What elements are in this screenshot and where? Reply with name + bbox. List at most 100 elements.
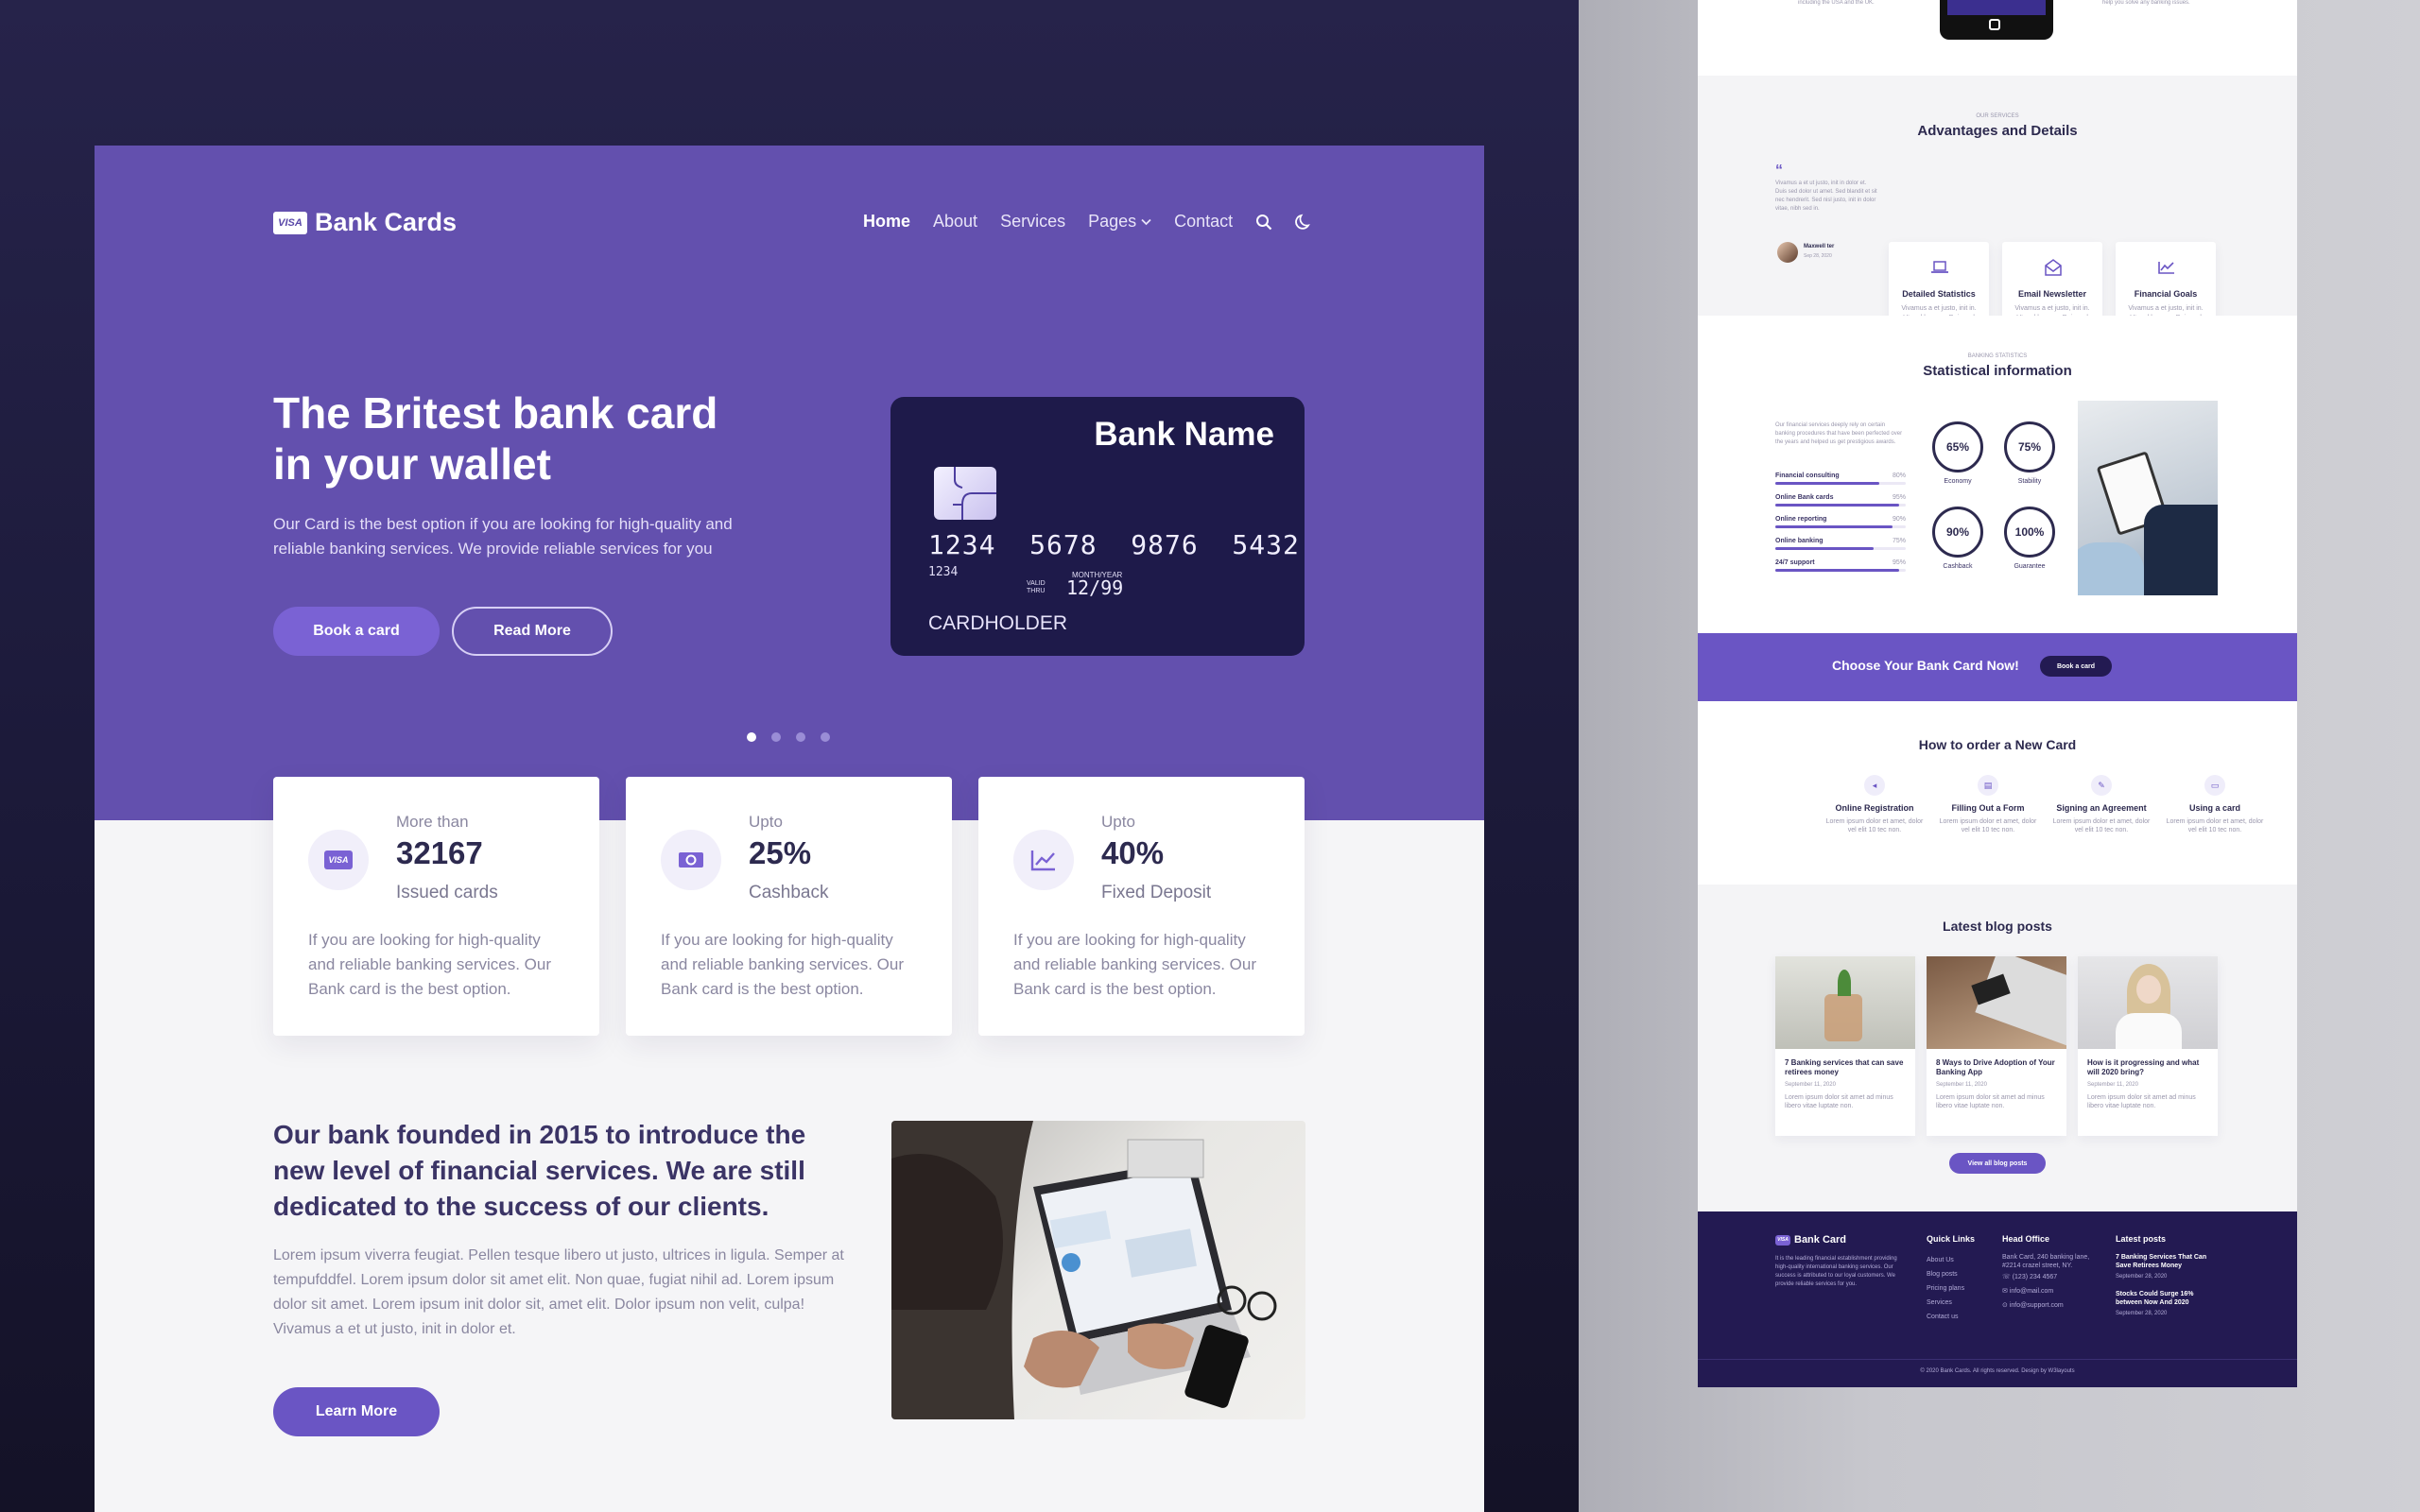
book-card-button[interactable]: Book a card <box>273 607 440 656</box>
footer-post-date: September 28, 2020 <box>2116 1311 2168 1316</box>
stat-label: Issued cards <box>396 883 498 902</box>
quote-icon: “ <box>1775 163 1783 179</box>
service-title: Financial Goals <box>2134 289 2198 299</box>
card-bank-name: Bank Name <box>1094 416 1274 453</box>
hero-section: VISA Bank Cards Home About Services Page… <box>95 146 1484 820</box>
brand-name: Bank Cards <box>315 208 458 236</box>
stat-card-deposit: Upto 40% Fixed Deposit If you are lookin… <box>978 777 1305 1036</box>
office-address: #2214 crazel street, NY. <box>2002 1263 2073 1269</box>
dark-mode-moon-icon[interactable] <box>1295 214 1312 231</box>
laptop-icon <box>1931 261 1948 273</box>
bar-fill <box>1775 569 1900 572</box>
footer-link[interactable]: Contact us <box>1927 1310 1975 1324</box>
nav-pages[interactable]: Pages <box>1088 212 1151 232</box>
nav-home[interactable]: Home <box>863 212 910 232</box>
nav-services[interactable]: Services <box>1000 212 1065 232</box>
slider-dot[interactable] <box>771 732 781 742</box>
visa-badge-icon: VISA <box>1775 1234 1790 1246</box>
stat-card-cashback: Upto 25% Cashback If you are looking for… <box>626 777 952 1036</box>
footer-link[interactable]: About Us <box>1927 1253 1975 1267</box>
post-title: How is it progressing and what will 2020… <box>2087 1058 2200 1076</box>
bar-track <box>1775 547 1906 550</box>
hero-title-line2: in your wallet <box>273 439 551 489</box>
ring-label: Cashback <box>1943 563 1973 570</box>
footer-post-title[interactable]: 7 Banking Services That Can Save Retiree… <box>2116 1253 2220 1270</box>
cta-book-button[interactable]: Book a card <box>2040 656 2112 677</box>
progress-bar: Online Bank cards 95% <box>1775 494 1906 507</box>
slider-dot[interactable] <box>796 732 805 742</box>
stat-value: 40% <box>1101 835 1165 870</box>
view-all-posts-button[interactable]: View all blog posts <box>1949 1153 2046 1174</box>
blog-post-card[interactable]: 8 Ways to Drive Adoption of Your Banking… <box>1927 956 2066 1136</box>
statistics-eyebrow: BANKING STATISTICS <box>1967 353 2028 359</box>
footer-post-title[interactable]: Stocks Could Surge 16% between Now And 2… <box>2116 1290 2220 1307</box>
post-date: September 11, 2020 <box>2087 1082 2138 1088</box>
bar-fill <box>1775 547 1874 550</box>
stat-text: If you are looking for high-quality and … <box>661 931 905 998</box>
slider-dot[interactable] <box>747 732 756 742</box>
footer-office: Head Office Bank Card, 240 banking lane,… <box>2002 1234 2097 1313</box>
footer-about: It is the leading financial establishmen… <box>1775 1256 1897 1287</box>
office-support[interactable]: ⊙ info@support.com <box>2002 1298 2097 1313</box>
footer-brand-name: Bank Card <box>1794 1234 1847 1246</box>
office-address: Bank Card, 240 banking lane, <box>2002 1254 2090 1261</box>
cta-banner: Choose Your Bank Card Now! Book a card <box>1698 633 2297 701</box>
footer-link[interactable]: Pricing plans <box>1927 1281 1975 1296</box>
footer-link[interactable]: Blog posts <box>1927 1267 1975 1281</box>
blog-post-card[interactable]: How is it progressing and what will 2020… <box>2078 956 2218 1136</box>
footer-link[interactable]: Services <box>1927 1296 1975 1310</box>
site-footer: VISA Bank Card It is the leading financia… <box>1698 1211 2297 1387</box>
statistics-section: BANKING STATISTICS Statistical informati… <box>1698 316 2297 633</box>
stat-ring: 65% Economy <box>1930 421 1985 485</box>
ring-value: 90% <box>1932 507 1983 558</box>
post-title: 8 Ways to Drive Adoption of Your Banking… <box>1936 1058 2055 1076</box>
pen-icon: ✎ <box>2091 775 2112 796</box>
hero-title-line1: The Britest bank card <box>273 388 718 438</box>
bar-fill <box>1775 504 1900 507</box>
bar-value: 95% <box>1892 494 1906 501</box>
bar-value: 90% <box>1892 516 1906 523</box>
top-left-text: including the USA and the UK. <box>1798 0 1875 6</box>
services-eyebrow: OUR SERVICES <box>1976 113 2019 119</box>
bar-track <box>1775 482 1906 485</box>
woman-portrait-photo <box>2078 956 2218 1049</box>
step-title: Using a card <box>2188 803 2241 813</box>
brand-logo[interactable]: VISA Bank Cards <box>273 208 457 237</box>
card-holder: CARDHOLDER <box>928 612 1068 634</box>
footer-post-date: September 28, 2020 <box>2116 1274 2168 1280</box>
chevron-down-icon <box>1141 218 1151 225</box>
stat-prefix: More than <box>396 813 469 831</box>
ring-value: 65% <box>1932 421 1983 472</box>
avatar <box>1777 242 1798 263</box>
post-excerpt: Lorem ipsum dolor sit amet ad minus libe… <box>1936 1094 2045 1109</box>
slider-dot[interactable] <box>821 732 830 742</box>
chart-line-icon <box>2158 262 2174 274</box>
service-title: Email Newsletter <box>2017 289 2087 299</box>
post-title: 7 Banking services that can save retiree… <box>1785 1058 1904 1076</box>
footer-brand[interactable]: VISA Bank Card <box>1775 1234 1904 1246</box>
stat-prefix: Upto <box>1101 813 1135 831</box>
credit-card-icon: ▭ <box>2204 775 2225 796</box>
post-excerpt: Lorem ipsum dolor sit amet ad minus libe… <box>1785 1094 1893 1109</box>
read-more-button[interactable]: Read More <box>452 607 613 656</box>
megaphone-icon: ◂ <box>1864 775 1885 796</box>
stat-label: Fixed Deposit <box>1101 883 1212 902</box>
nav-about[interactable]: About <box>933 212 977 232</box>
bar-label: Financial consulting <box>1775 472 1840 479</box>
bar-track <box>1775 504 1906 507</box>
office-email[interactable]: ✉ info@mail.com <box>2002 1284 2097 1298</box>
blog-post-card[interactable]: 7 Banking services that can save retiree… <box>1775 956 1915 1136</box>
office-phone-text: (123) 234 4567 <box>2012 1274 2058 1280</box>
office-email-text: info@mail.com <box>2009 1288 2054 1295</box>
testimonial-text: Vivamus a et ut justo, init in dolor et.… <box>1775 180 1877 212</box>
testimonial-author: Maxwell ter <box>1804 244 1835 249</box>
nav-contact[interactable]: Contact <box>1174 212 1233 232</box>
bar-label: Online reporting <box>1775 516 1827 523</box>
card-number: 1234 5678 9876 5432 <box>928 529 1300 560</box>
bar-label: Online banking <box>1775 538 1824 544</box>
learn-more-button[interactable]: Learn More <box>273 1387 440 1436</box>
search-icon[interactable] <box>1255 214 1272 231</box>
hero-subtitle: Our Card is the best option if you are l… <box>273 515 733 558</box>
step-text: Lorem ipsum dolor et amet, dolor vel eli… <box>2052 818 2151 833</box>
statistics-title: Statistical information <box>1923 363 2072 379</box>
